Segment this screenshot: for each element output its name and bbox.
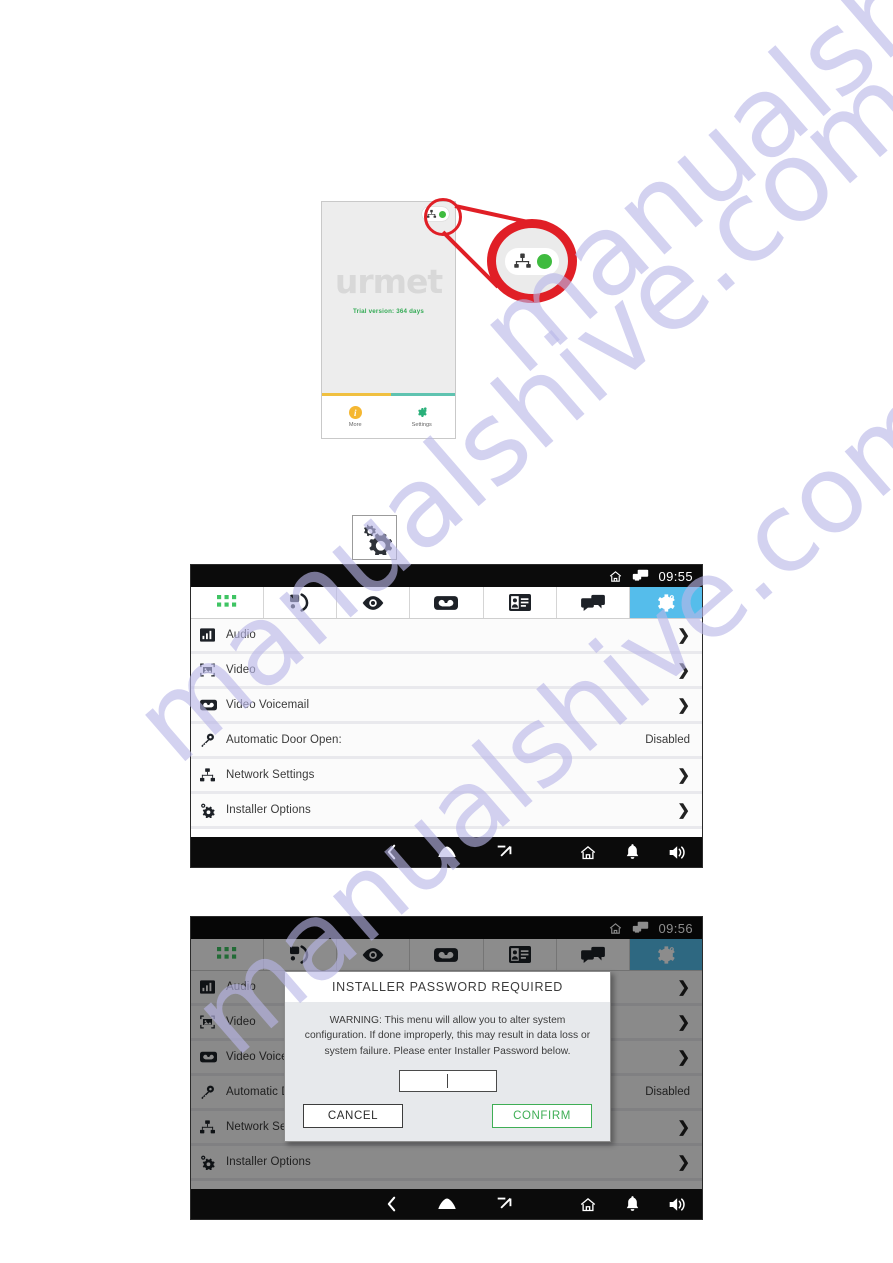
eye-icon [361, 595, 385, 611]
status-dot [438, 210, 446, 218]
settings-gears-icon [358, 521, 392, 555]
installer-password-dialog: INSTALLER PASSWORD REQUIRED WARNING: Thi… [284, 971, 611, 1143]
cassette-icon [434, 595, 459, 611]
password-input[interactable] [398, 1070, 497, 1093]
navigation-bar [191, 837, 702, 867]
row-value: Disabled [645, 734, 690, 746]
gear-icon [415, 406, 428, 419]
image-frame-icon [200, 663, 222, 677]
network-status-chip [422, 207, 449, 221]
chevron-right-icon: ❯ [677, 661, 690, 679]
chevron-right-icon: ❯ [677, 626, 690, 644]
contact-card-icon [508, 594, 531, 611]
chat-bubbles-icon [580, 594, 605, 611]
tab-messages[interactable] [556, 587, 630, 618]
table-row[interactable]: Network Settings ❯ [191, 759, 702, 794]
bell-icon[interactable] [625, 843, 640, 861]
back-icon[interactable] [385, 1195, 398, 1213]
cancel-button[interactable]: CANCEL [303, 1104, 403, 1129]
network-tree-icon [200, 768, 222, 782]
text-caret [447, 1074, 448, 1089]
row-label: Network Settings [226, 769, 315, 781]
status-bar: 09:55 [191, 565, 702, 587]
table-row[interactable]: Audio ❯ [191, 619, 702, 654]
dialog-title: INSTALLER PASSWORD REQUIRED [285, 972, 610, 1002]
row-label: Installer Options [226, 804, 311, 816]
status-dot [536, 253, 552, 269]
trial-version-text: Trial version: 364 days [353, 308, 424, 315]
phone-tab-label: More [348, 422, 362, 428]
call-icon [289, 592, 311, 613]
table-row[interactable]: Installer Options ❯ [191, 794, 702, 829]
tab-voicemail[interactable] [410, 587, 484, 618]
phone-tab-label: Settings [411, 422, 432, 428]
ethernet-icon [513, 252, 532, 270]
settings-list: Audio ❯ Video ❯ Video Voicemail ❯ Automa… [191, 619, 702, 829]
tab-call[interactable] [264, 587, 338, 618]
home-icon[interactable] [436, 845, 458, 859]
row-label: Audio [226, 629, 256, 641]
equalizer-icon [200, 628, 222, 642]
dialog-warning-text: WARNING: This menu will allow you to alt… [304, 1015, 591, 1057]
row-label: Video [226, 664, 256, 676]
row-label: Video Voicemail [226, 699, 310, 711]
device-screenshot-password-dialog: 09:56 Audio ❯ Video ❯ Video Voicemail ❯ … [190, 916, 703, 1220]
phone-tabbar: i More Settings [322, 396, 455, 438]
house-icon[interactable] [579, 1196, 597, 1213]
navigation-bar [191, 1189, 702, 1219]
phone-tab-more[interactable]: i More [322, 396, 389, 438]
info-icon: i [348, 406, 362, 419]
gear-icon [655, 592, 677, 614]
keypad-icon [217, 595, 237, 610]
row-label: Automatic Door Open: [226, 734, 342, 746]
settings-gears-icon [200, 803, 222, 818]
recents-icon[interactable] [496, 844, 513, 861]
tab-bar [191, 587, 702, 619]
magnified-status-chip [505, 247, 559, 275]
cassette-icon [200, 699, 222, 711]
key-icon [200, 733, 222, 747]
speaker-icon[interactable] [668, 844, 688, 861]
tab-view[interactable] [337, 587, 411, 618]
bell-icon[interactable] [625, 1195, 640, 1213]
ethernet-icon [426, 209, 437, 219]
brand-logo: urmet [334, 262, 443, 301]
phone-tab-settings[interactable]: Settings [389, 396, 456, 438]
chevron-right-icon: ❯ [677, 766, 690, 784]
home-icon [608, 569, 623, 584]
house-icon[interactable] [579, 844, 597, 861]
table-row[interactable]: Video ❯ [191, 654, 702, 689]
table-row[interactable]: Video Voicemail ❯ [191, 689, 702, 724]
tab-contacts[interactable] [483, 587, 557, 618]
back-icon[interactable] [385, 843, 398, 861]
tab-settings[interactable] [629, 587, 702, 618]
phone-screen: urmet Trial version: 364 days [322, 202, 455, 396]
monitor-icon [632, 569, 649, 583]
speaker-icon[interactable] [668, 1196, 688, 1213]
confirm-button[interactable]: CONFIRM [492, 1104, 592, 1129]
chevron-right-icon: ❯ [677, 801, 690, 819]
chevron-right-icon: ❯ [677, 696, 690, 714]
callout-circle-magnified [487, 219, 577, 303]
settings-icon-badge [352, 515, 397, 560]
phone-mockup: urmet Trial version: 364 days i More Set… [321, 201, 456, 439]
watermark-text: manualshive.com [455, 0, 893, 399]
status-bar-clock: 09:55 [658, 568, 693, 584]
table-row[interactable]: Automatic Door Open: Disabled [191, 724, 702, 759]
home-icon[interactable] [436, 1197, 458, 1211]
device-screenshot-settings: 09:55 Audio ❯ Video ❯ Video Voicemail ❯ … [190, 564, 703, 868]
recents-icon[interactable] [496, 1196, 513, 1213]
tab-keypad[interactable] [191, 587, 265, 618]
